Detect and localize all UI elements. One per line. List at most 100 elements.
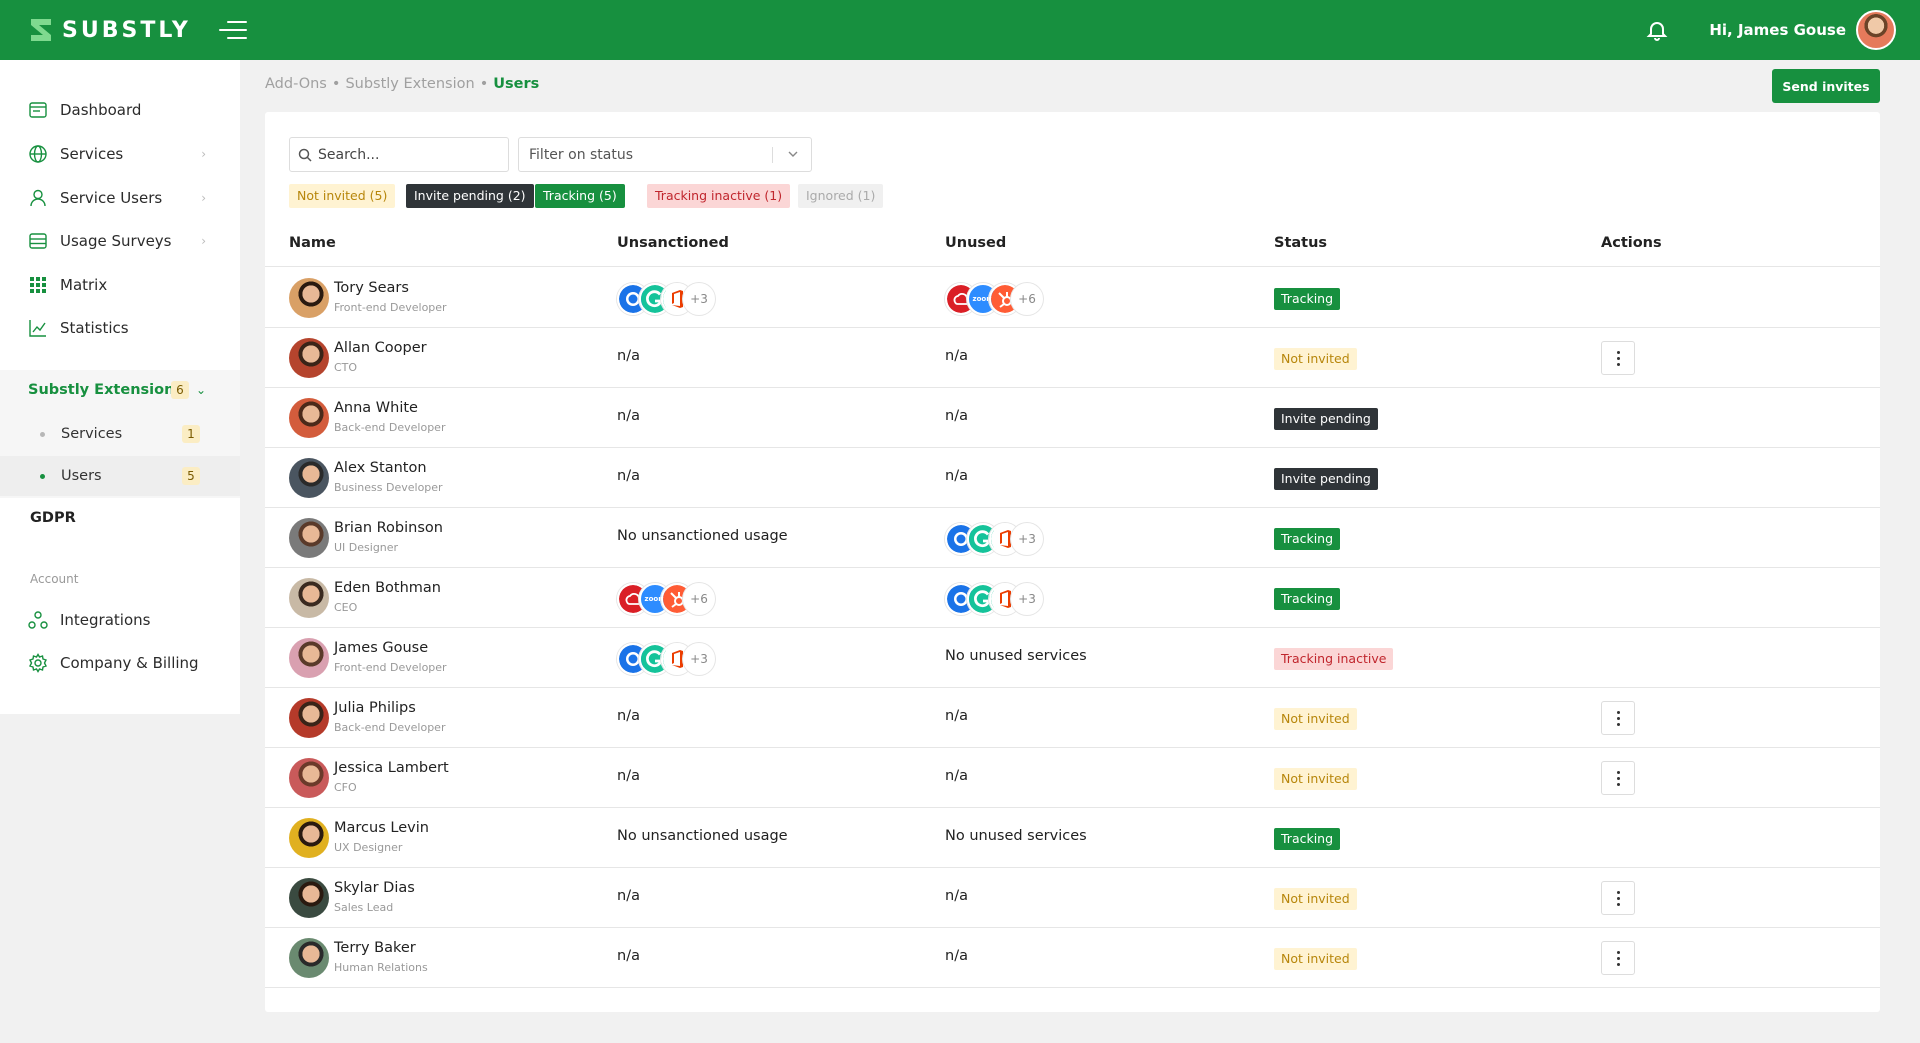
avatar	[289, 518, 329, 558]
user-name: Alex Stanton	[334, 460, 427, 476]
user-role: Back-end Developer	[334, 721, 446, 734]
avatar	[289, 758, 329, 798]
avatar	[289, 818, 329, 858]
user-role: Sales Lead	[334, 901, 394, 914]
table-row: Terry Baker Human Relations n/a n/a Not invi…	[265, 928, 1880, 988]
more-services-badge[interactable]: +3	[683, 283, 715, 315]
unused-cell: n/a	[945, 948, 968, 964]
user-avatar[interactable]	[1856, 10, 1896, 50]
status-badge: Tracking	[1274, 528, 1341, 550]
status-filter-select[interactable]: Filter on status	[518, 137, 812, 172]
sidebar-item-usage-surveys[interactable]: Usage Surveys ›	[0, 221, 240, 261]
status-badge: Not invited	[1274, 768, 1357, 790]
more-services-badge[interactable]: +3	[1011, 523, 1043, 555]
sidebar-item-services[interactable]: Services ›	[0, 134, 240, 174]
unsanctioned-cell: n/a	[617, 888, 640, 904]
user-name: Tory Sears	[334, 280, 409, 296]
unused-cell: n/a	[945, 708, 968, 724]
more-actions-icon[interactable]	[1601, 941, 1635, 975]
top-bar: SUBSTLY Hi, James Gouse	[0, 0, 1920, 60]
sidebar-subitem-services[interactable]: Services 1	[0, 414, 240, 454]
chip-tracking[interactable]: Tracking (5)	[535, 184, 625, 208]
breadcrumb-addons[interactable]: Add-Ons	[265, 76, 327, 92]
avatar	[289, 398, 329, 438]
search-input[interactable]	[318, 146, 498, 163]
unsanctioned-cell: No unsanctioned usage	[617, 828, 788, 844]
table-row: Anna White Back-end Developer n/a n/a Invite…	[265, 388, 1880, 448]
unsanctioned-cell: n/a	[617, 948, 640, 964]
table-row: Marcus Levin UX Designer No unsanctioned u…	[265, 808, 1880, 868]
unused-cell: n/a	[945, 348, 968, 364]
more-actions-icon[interactable]	[1601, 341, 1635, 375]
avatar	[289, 338, 329, 378]
sidebar-item-statistics[interactable]: Statistics	[0, 308, 240, 348]
account-heading: Account	[30, 572, 79, 586]
chevron-down-icon: ⌄	[195, 383, 206, 397]
user-name: Terry Baker	[334, 940, 416, 956]
user-role: CFO	[334, 781, 357, 794]
more-actions-icon[interactable]	[1601, 881, 1635, 915]
more-services-badge[interactable]: +3	[1011, 583, 1043, 615]
notification-bell-icon[interactable]	[1645, 18, 1669, 42]
integrations-icon	[28, 611, 48, 629]
user-name: Julia Philips	[334, 700, 416, 716]
chevron-right-icon: ›	[201, 191, 206, 205]
more-services-badge[interactable]: +6	[1011, 283, 1043, 315]
services-count-badge: 1	[182, 425, 200, 443]
user-role: CTO	[334, 361, 358, 374]
status-badge: Invite pending	[1274, 408, 1378, 430]
sidebar-item-service-users[interactable]: Service Users ›	[0, 178, 240, 218]
status-badge: Not invited	[1274, 948, 1357, 970]
column-header-actions: Actions	[1601, 235, 1662, 251]
status-badge: Not invited	[1274, 888, 1357, 910]
user-role: Business Developer	[334, 481, 443, 494]
sidebar-item-dashboard[interactable]: Dashboard	[0, 90, 240, 130]
logo[interactable]: SUBSTLY	[28, 17, 191, 43]
extension-count-badge: 6	[171, 381, 189, 399]
menu-toggle-icon[interactable]	[218, 18, 247, 42]
chip-invite-pending[interactable]: Invite pending (2)	[406, 184, 534, 208]
send-invites-button[interactable]: Send invites	[1772, 69, 1880, 103]
user-role: Front-end Developer	[334, 661, 447, 674]
sidebar-item-substly-extension[interactable]: Substly Extension 6 ⌄	[0, 370, 240, 410]
more-actions-icon[interactable]	[1601, 761, 1635, 795]
unused-cell: n/a	[945, 888, 968, 904]
column-header-name: Name	[289, 235, 336, 251]
chip-tracking-inactive[interactable]: Tracking inactive (1)	[647, 184, 791, 208]
user-icon	[30, 189, 46, 207]
column-header-unused: Unused	[945, 235, 1007, 251]
sidebar-item-company-billing[interactable]: Company & Billing	[0, 643, 240, 683]
sidebar-subitem-users[interactable]: Users 5	[0, 456, 240, 496]
table-row: James Gouse Front-end Developer +3 No unuse…	[265, 628, 1880, 688]
table-row: Brian Robinson UI Designer No unsanctioned…	[265, 508, 1880, 568]
sidebar-item-matrix[interactable]: Matrix	[0, 265, 240, 305]
user-name: Marcus Levin	[334, 820, 429, 836]
users-count-badge: 5	[182, 467, 200, 485]
service-icon-stack: +3	[617, 283, 715, 315]
breadcrumb-substly-extension[interactable]: Substly Extension	[345, 76, 474, 92]
table-row: Skylar Dias Sales Lead n/a n/a Not invited	[265, 868, 1880, 928]
more-services-badge[interactable]: +6	[683, 583, 715, 615]
dashboard-icon	[29, 102, 47, 118]
status-badge: Not invited	[1274, 348, 1357, 370]
avatar	[289, 878, 329, 918]
breadcrumb: Add-Ons • Substly Extension • Users	[265, 76, 540, 92]
chip-ignored[interactable]: Ignored (1)	[798, 184, 884, 208]
more-actions-icon[interactable]	[1601, 701, 1635, 735]
sidebar-item-gdpr[interactable]: GDPR	[30, 510, 76, 526]
avatar	[289, 638, 329, 678]
globe-icon	[29, 145, 47, 163]
avatar	[289, 938, 329, 978]
more-services-badge[interactable]: +3	[683, 643, 715, 675]
grid-icon	[30, 277, 46, 293]
chip-not-invited[interactable]: Not invited (5)	[289, 184, 396, 208]
sidebar-item-integrations[interactable]: Integrations	[0, 600, 240, 640]
table-header: Name Unsanctioned Unused Status Actions	[265, 222, 1880, 267]
user-name: Skylar Dias	[334, 880, 415, 896]
unsanctioned-cell: No unsanctioned usage	[617, 528, 788, 544]
user-role: UI Designer	[334, 541, 399, 554]
search-box[interactable]	[289, 137, 509, 172]
user-role: Back-end Developer	[334, 421, 446, 434]
service-icon-stack: zoom +6	[617, 583, 715, 615]
status-badge: Tracking	[1274, 588, 1341, 610]
